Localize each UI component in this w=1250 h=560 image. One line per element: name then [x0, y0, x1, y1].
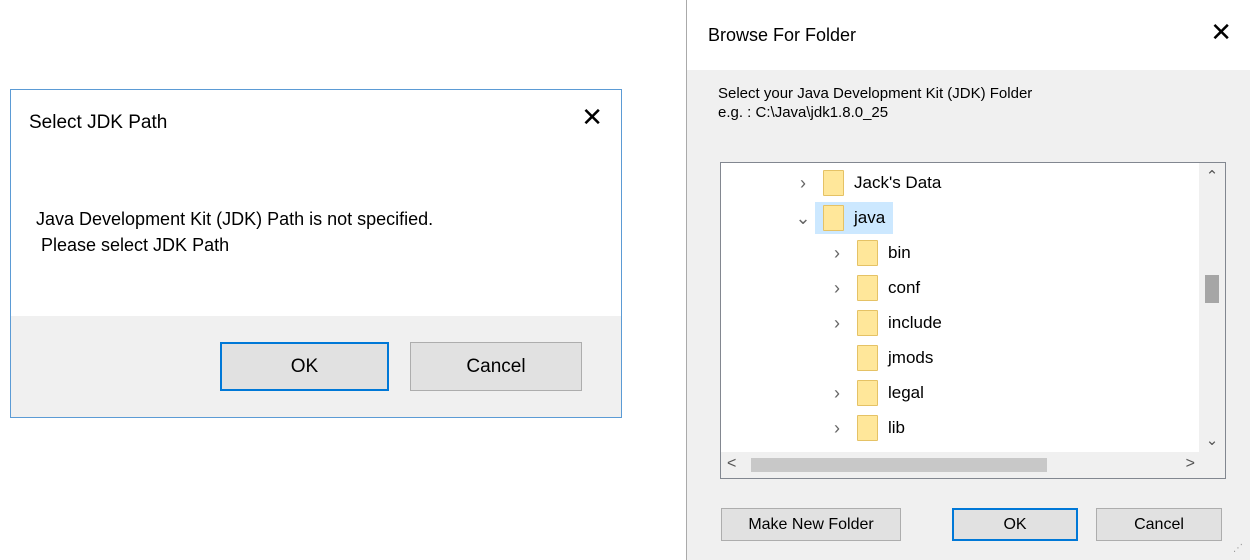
dialog-footer: OK Cancel — [11, 316, 621, 417]
instruction-text: Select your Java Development Kit (JDK) F… — [718, 84, 1032, 122]
scroll-down-icon[interactable]: ⌄ — [1199, 431, 1225, 449]
tree-item-label: Jack's Data — [854, 173, 942, 192]
browse-for-folder-dialog: Browse For Folder ✕ Select your Java Dev… — [686, 0, 1250, 560]
chevron-right-icon[interactable]: › — [825, 278, 849, 299]
close-icon[interactable]: ✕ — [1210, 19, 1232, 45]
tree-item-label: legal — [888, 383, 924, 402]
dialog-title: Browse For Folder — [708, 25, 857, 45]
tree-item-label: include — [888, 313, 942, 332]
chevron-right-icon[interactable]: › — [825, 418, 849, 439]
tree-item-label: conf — [888, 278, 921, 297]
scroll-right-icon[interactable]: > — [1186, 455, 1195, 473]
tree-item-label: jmods — [888, 348, 934, 367]
folder-icon — [857, 415, 878, 441]
folder-icon — [823, 205, 844, 231]
select-jdk-path-dialog: Select JDK Path ✕ Java Development Kit (… — [10, 89, 622, 418]
horizontal-scrollbar[interactable]: < > — [721, 452, 1201, 478]
chevron-right-icon[interactable]: › — [791, 173, 815, 194]
folder-icon — [857, 310, 878, 336]
instruction-line-2: e.g. : C:\Java\jdk1.8.0_25 — [718, 104, 889, 121]
instruction-line-1: Select your Java Development Kit (JDK) F… — [718, 85, 1033, 102]
vertical-scroll-thumb[interactable] — [1205, 275, 1219, 303]
tree-item-label: java — [854, 208, 886, 227]
tree-item[interactable]: › lib — [825, 412, 905, 444]
chevron-right-icon[interactable]: › — [825, 243, 849, 264]
folder-icon — [857, 275, 878, 301]
tree-item[interactable]: › legal — [825, 377, 924, 409]
tree-item[interactable]: › Jack's Data — [791, 167, 941, 199]
scroll-left-icon[interactable]: < — [727, 455, 736, 473]
close-icon[interactable]: ✕ — [581, 104, 603, 130]
folder-tree[interactable]: › Jack's Data ⌄ java › bin › conf › include jmods ›… — [720, 162, 1226, 479]
folder-icon — [857, 380, 878, 406]
tree-item[interactable]: ⌄ java — [791, 202, 894, 234]
scroll-up-icon[interactable]: ⌃ — [1199, 167, 1225, 185]
resize-grip-icon[interactable]: ⋰ — [1233, 543, 1244, 554]
title-bar: Browse For Folder ✕ — [687, 0, 1250, 70]
tree-item-label: bin — [888, 243, 911, 262]
scrollbar-corner — [1199, 452, 1225, 478]
folder-icon — [857, 345, 878, 371]
chevron-down-icon[interactable]: ⌄ — [791, 208, 815, 229]
horizontal-scroll-thumb[interactable] — [751, 458, 1047, 472]
vertical-scrollbar[interactable]: ⌃ ⌄ — [1199, 163, 1225, 453]
dialog-title: Select JDK Path — [29, 112, 168, 133]
chevron-right-icon[interactable]: › — [825, 313, 849, 334]
chevron-right-icon[interactable]: › — [825, 383, 849, 404]
tree-item[interactable]: › bin — [825, 237, 911, 269]
tree-item[interactable]: jmods — [825, 342, 933, 374]
cancel-button[interactable]: Cancel — [1096, 508, 1222, 541]
cancel-button[interactable]: Cancel — [410, 342, 582, 391]
folder-icon — [857, 240, 878, 266]
folder-icon — [823, 170, 844, 196]
ok-button[interactable]: OK — [952, 508, 1078, 541]
ok-button[interactable]: OK — [220, 342, 389, 391]
tree-item[interactable]: › conf — [825, 272, 920, 304]
dialog-message: Java Development Kit (JDK) Path is not s… — [36, 209, 434, 255]
make-new-folder-button[interactable]: Make New Folder — [721, 508, 901, 541]
tree-item-label: lib — [888, 418, 906, 437]
tree-item[interactable]: › include — [825, 307, 942, 339]
